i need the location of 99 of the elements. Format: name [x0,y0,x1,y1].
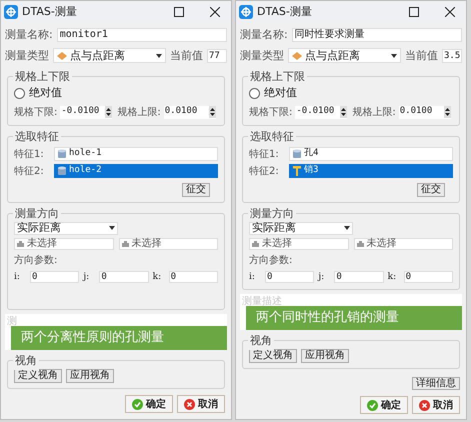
caption-label: 两个分离性原则的孔测量 [11,326,227,350]
field-label: 规格下限: [249,106,292,120]
caret-icon [344,226,350,230]
selector-field[interactable]: 未选择 [249,238,348,250]
view-button[interactable]: 定义视角 [14,369,62,383]
maximize-icon[interactable] [174,7,184,17]
group-title: 视角 [13,353,39,370]
current-value-field[interactable]: 3.5 [442,48,462,63]
radio-label: 绝对值 [29,85,62,101]
cancel-icon [184,398,195,410]
lower-limit-spinbox[interactable]: -0.0100 [60,106,112,118]
cylinder-icon [58,149,66,159]
params-label: 方向参数: [249,254,294,268]
field-label: 测量类型 [240,48,284,64]
param-label: j: [318,270,326,284]
group-title: 测量方向 [248,206,296,222]
param-field[interactable]: 0 [404,271,453,284]
name-field[interactable]: 同时性要求测量 [292,28,462,42]
window-title: DTAS-测量 [257,4,313,20]
app-logo-icon [4,5,18,19]
window-title: DTAS-测量 [22,4,78,20]
selection-icon [356,240,364,246]
param-label: k: [388,270,398,284]
param-field[interactable]: 0 [168,271,218,284]
feature-field[interactable]: hole-2 [54,164,218,178]
field-label: 测量类型 [5,48,49,64]
field-label: 当前值 [405,48,438,64]
name-field[interactable]: monitor1 [56,28,227,42]
selector-field[interactable]: 未选择 [118,238,218,250]
selector-field[interactable]: 未选择 [14,238,114,250]
field-label: 当前值 [170,48,203,64]
field-label: 特征1: [249,148,280,162]
param-label: j: [83,270,90,284]
view-button[interactable]: 应用视角 [301,349,349,363]
direction-dropdown[interactable]: 实际距离 [249,222,353,234]
field-label: 规格下限: [14,106,58,120]
cancel-icon [419,400,430,410]
swap-features-button[interactable]: 征交 [417,182,445,196]
maximize-icon[interactable] [409,7,419,17]
caret-icon [391,54,397,58]
caption-label: 两个同时性的孔销的测量 [246,306,462,330]
param-field[interactable]: 0 [334,271,384,284]
param-field[interactable]: 0 [99,271,149,284]
close-icon[interactable] [445,7,455,17]
spin-arrows-icon[interactable] [340,106,348,118]
radio-button[interactable] [249,88,260,99]
check-icon [132,398,143,410]
group-title: 测量方向 [13,206,61,222]
direction-dropdown[interactable]: 实际距离 [14,222,118,234]
field-label: 测量名称: [240,27,288,43]
details-button[interactable]: 详细信息 [412,377,460,390]
params-label: 方向参数: [14,254,58,268]
upper-limit-spinbox[interactable]: 0.0100 [398,106,451,118]
radio-label: 绝对值 [264,85,297,101]
spin-arrows-icon[interactable] [105,106,112,118]
selection-icon [252,240,259,246]
feature-field[interactable]: 孔4 [289,147,453,161]
close-icon[interactable] [210,7,220,17]
cancel-button[interactable]: 取消 [177,395,225,413]
selector-field[interactable]: 未选择 [354,238,453,250]
view-button[interactable]: 应用视角 [66,369,114,383]
feature-field[interactable]: hole-1 [54,147,218,161]
diamond-icon [292,52,302,60]
field-label: 特征2: [14,164,45,178]
field-label: 测量名称: [5,27,53,43]
selection-icon [122,240,128,246]
field-label: 特征1: [14,148,45,162]
app-logo-icon [239,5,253,19]
cylinder-icon [58,166,66,176]
cylinder-icon [293,149,301,159]
check-icon [367,400,378,410]
ok-button[interactable]: 确定 [360,396,408,414]
spin-arrows-icon[interactable] [444,106,451,118]
pin-icon [293,166,301,176]
type-dropdown[interactable]: 点与点距离 [53,48,166,64]
view-button[interactable]: 定义视角 [249,349,297,363]
current-value-field[interactable]: 77 [207,48,227,63]
param-field[interactable]: 0 [265,271,314,284]
caret-icon [156,54,162,58]
cancel-button[interactable]: 取消 [412,396,460,414]
feature-field[interactable]: 销3 [289,164,453,178]
group-title: 视角 [248,333,274,350]
field-label: 规格上限: [352,106,396,120]
ok-button[interactable]: 确定 [125,395,173,413]
field-label: 特征2: [249,164,280,178]
upper-limit-spinbox[interactable]: 0.0100 [164,106,216,118]
param-label: k: [152,270,162,284]
field-label: 规格上限: [117,106,161,120]
spin-arrows-icon[interactable] [208,106,216,118]
caret-icon [109,226,115,230]
radio-button[interactable] [14,88,25,99]
diamond-icon [57,52,67,60]
lower-limit-spinbox[interactable]: -0.0100 [295,106,348,118]
param-field[interactable]: 0 [30,271,80,284]
param-label: i: [14,270,21,284]
swap-features-button[interactable]: 征交 [182,182,210,196]
selection-icon [17,240,24,246]
param-label: i: [249,270,256,284]
type-dropdown[interactable]: 点与点距离 [288,48,401,64]
